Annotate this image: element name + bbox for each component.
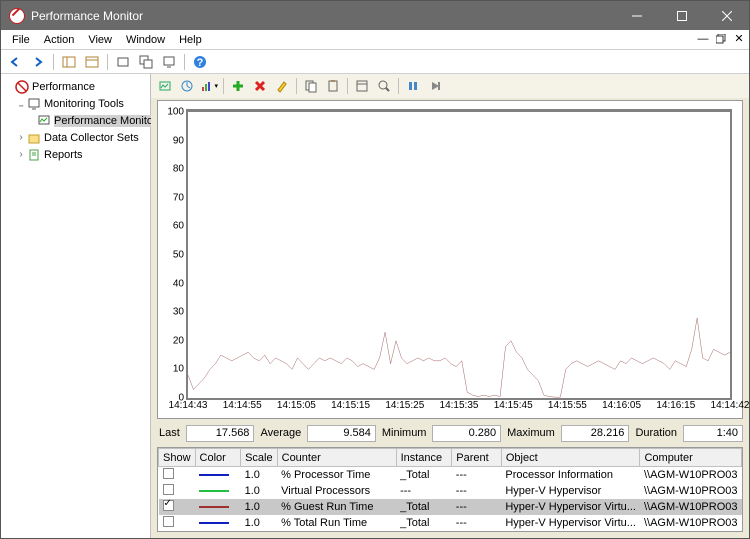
counter-table[interactable]: ShowColorScaleCounterInstanceParentObjec… (157, 447, 743, 532)
x-tick: 14:15:15 (331, 400, 370, 411)
x-tick: 14:15:05 (277, 400, 316, 411)
help-button[interactable]: ? (190, 52, 210, 72)
col-counter[interactable]: Counter (277, 449, 396, 467)
color-swatch (199, 474, 229, 476)
avg-label: Average (258, 427, 303, 439)
y-tick: 60 (173, 221, 184, 232)
x-tick: 14:15:25 (385, 400, 424, 411)
tree-item-reports[interactable]: ›Reports (3, 146, 148, 163)
x-tick: 14:16:05 (602, 400, 641, 411)
col-scale[interactable]: Scale (241, 449, 278, 467)
x-tick: 14:15:55 (548, 400, 587, 411)
y-tick: 90 (173, 135, 184, 146)
svg-text:?: ? (197, 57, 204, 69)
table-row[interactable]: 1.0% Processor Time_Total---Processor In… (159, 467, 742, 484)
view-log-button[interactable] (177, 76, 197, 96)
graph-type-button[interactable]: ▾ (199, 76, 219, 96)
close-button[interactable] (704, 1, 749, 30)
menu-help[interactable]: Help (172, 32, 209, 48)
y-tick: 30 (173, 307, 184, 318)
col-show[interactable]: Show (159, 449, 196, 467)
properties-button[interactable] (82, 52, 102, 72)
x-tick: 14:14:43 (169, 400, 208, 411)
show-checkbox[interactable] (163, 516, 174, 527)
main-toolbar: ? (1, 50, 749, 74)
mdi-minimize-button[interactable]: — (695, 31, 711, 46)
menu-action[interactable]: Action (37, 32, 82, 48)
table-row[interactable]: 1.0Virtual Processors------Hyper-V Hyper… (159, 483, 742, 499)
nav-tree[interactable]: Performance ᠆Monitoring Tools Performanc… (1, 74, 151, 538)
menu-view[interactable]: View (81, 32, 119, 48)
table-row[interactable]: 1.0% Total Run Time_Total---Hyper-V Hype… (159, 515, 742, 531)
show-checkbox[interactable] (163, 468, 174, 479)
update-button[interactable] (425, 76, 445, 96)
zoom-button[interactable] (374, 76, 394, 96)
mdi-restore-button[interactable] (713, 31, 729, 46)
copy-button[interactable] (301, 76, 321, 96)
table-row[interactable]: 1.0% Guest Run Time_Total---Hyper-V Hype… (159, 499, 742, 515)
max-label: Maximum (505, 427, 557, 439)
min-label: Minimum (380, 427, 429, 439)
tree-root[interactable]: Performance (3, 78, 148, 95)
menubar: File Action View Window Help — ✕ (1, 30, 749, 50)
color-swatch (199, 522, 229, 524)
last-label: Last (157, 427, 182, 439)
y-tick: 50 (173, 250, 184, 261)
series-line (188, 318, 730, 397)
app-icon (9, 8, 25, 24)
y-tick: 70 (173, 192, 184, 203)
show-checkbox[interactable] (163, 500, 174, 511)
freeze-button[interactable] (403, 76, 423, 96)
avg-value: 9.584 (307, 425, 376, 442)
show-checkbox[interactable] (163, 484, 174, 495)
chart-area[interactable]: 010203040506070809010014:14:4314:14:5514… (157, 100, 743, 419)
menu-file[interactable]: File (5, 32, 37, 48)
color-swatch (199, 506, 229, 508)
x-tick: 14:16:15 (656, 400, 695, 411)
forward-button[interactable] (28, 52, 48, 72)
x-tick: 14:14:55 (223, 400, 262, 411)
monitor-icon[interactable] (159, 52, 179, 72)
col-parent[interactable]: Parent (452, 449, 502, 467)
maximize-button[interactable] (659, 1, 704, 30)
paste-button[interactable] (323, 76, 343, 96)
window-title: Performance Monitor (31, 9, 143, 23)
col-color[interactable]: Color (195, 449, 241, 467)
tree-item-monitoring[interactable]: ᠆Monitoring Tools (3, 95, 148, 112)
view-current-button[interactable] (155, 76, 175, 96)
dur-value: 1:40 (683, 425, 743, 442)
col-instance[interactable]: Instance (396, 449, 452, 467)
y-tick: 10 (173, 364, 184, 375)
titlebar[interactable]: Performance Monitor (1, 1, 749, 30)
max-value: 28.216 (561, 425, 630, 442)
back-button[interactable] (5, 52, 25, 72)
y-tick: 80 (173, 164, 184, 175)
stats-bar: Last 17.568 Average 9.584 Minimum 0.280 … (157, 423, 743, 443)
dur-label: Duration (633, 427, 679, 439)
y-tick: 100 (167, 107, 184, 118)
delete-counter-button[interactable] (250, 76, 270, 96)
tree-item-perfmon[interactable]: Performance Monitor (3, 112, 148, 129)
minimize-button[interactable] (614, 1, 659, 30)
y-tick: 40 (173, 278, 184, 289)
x-tick: 14:15:45 (494, 400, 533, 411)
min-value: 0.280 (432, 425, 501, 442)
mdi-close-button[interactable]: ✕ (731, 31, 747, 46)
color-swatch (199, 490, 229, 492)
view-button[interactable] (113, 52, 133, 72)
add-counter-button[interactable] (228, 76, 248, 96)
col-object[interactable]: Object (501, 449, 640, 467)
last-value: 17.568 (186, 425, 255, 442)
chart-properties-button[interactable] (352, 76, 372, 96)
chart-toolbar: ▾ (151, 74, 749, 98)
tree-item-datacollector[interactable]: ›Data Collector Sets (3, 129, 148, 146)
menu-window[interactable]: Window (119, 32, 172, 48)
col-computer[interactable]: Computer (640, 449, 742, 467)
x-tick: 14:15:35 (440, 400, 479, 411)
x-tick: 14:14:42 (711, 400, 750, 411)
y-tick: 20 (173, 335, 184, 346)
new-window-button[interactable] (136, 52, 156, 72)
show-hide-tree-button[interactable] (59, 52, 79, 72)
highlight-button[interactable] (272, 76, 292, 96)
